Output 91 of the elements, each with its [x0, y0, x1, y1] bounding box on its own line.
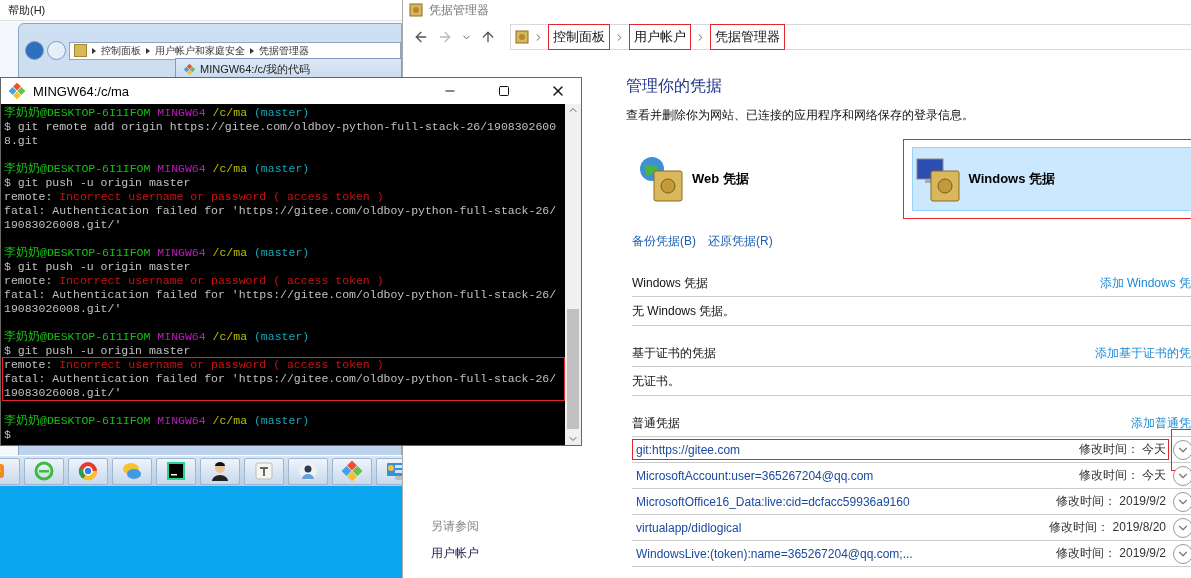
monitor-safe-icon	[914, 155, 963, 203]
expand-button[interactable]	[1173, 543, 1191, 564]
output-line: 19083026008.git/'	[4, 218, 123, 232]
error-line: remote: Incorrect username or password ( access token )	[4, 274, 385, 288]
output-line: $ git push -u origin master	[4, 260, 192, 274]
round-browser-icon	[78, 461, 98, 481]
see-also-link[interactable]: 用户帐户	[431, 545, 621, 562]
action-link[interactable]: 还原凭据(R)	[708, 233, 773, 250]
safe-icon	[409, 3, 423, 17]
output-line: $ git push -u origin master	[4, 344, 192, 358]
output-line: $ git push -u origin master	[4, 176, 192, 190]
breadcrumb[interactable]: 凭据管理器	[259, 43, 309, 58]
page-heading: 管理你的凭据	[626, 76, 723, 96]
back-button[interactable]	[25, 41, 44, 60]
breadcrumb[interactable]: 凭据管理器	[710, 24, 785, 50]
chat-icon	[122, 461, 142, 481]
arrow-icon	[250, 47, 254, 54]
section-heading: Windows 凭据	[632, 274, 708, 292]
breadcrumb[interactable]: 控制面板	[548, 24, 610, 50]
output-line: fatal: Authentication failed for 'https://gitee.com/oldboy-python-full-stack-26/	[4, 204, 558, 218]
output-line: 8.git	[4, 134, 40, 148]
taskbar-button[interactable]	[288, 457, 328, 485]
breadcrumb[interactable]: 控制面板	[101, 43, 141, 58]
expand-button[interactable]	[1173, 491, 1191, 512]
credential-name[interactable]: virtualapp/didlogical	[636, 520, 742, 535]
credential-name[interactable]: MicrosoftAccount:user=365267204@qq.com	[636, 468, 874, 483]
error-line: remote: Incorrect username or password ( access token )	[4, 358, 385, 372]
error-line: remote: Incorrect username or password ( access token )	[4, 190, 385, 204]
section-heading: 基于证书的凭据	[632, 344, 716, 362]
address-bar[interactable]: 控制面板 用户帐户和家庭安全 凭据管理器	[69, 41, 401, 60]
address-bar[interactable]: 控制面板 用户帐户 凭据管理器	[510, 24, 1191, 50]
ide-icon	[166, 461, 186, 481]
vault-tile[interactable]: Web 凭据	[635, 147, 903, 211]
window-title: MINGW64:/c/我的代码	[200, 61, 310, 77]
modified-time: 修改时间： 今天	[1078, 441, 1166, 458]
output-line: fatal: Authentication failed for 'https://gitee.com/oldboy-python-full-stack-26/	[4, 372, 558, 386]
forward-arrow-icon[interactable]	[437, 29, 453, 45]
prompt-line: 李奶奶@DESKTOP-6I1IFOM MINGW64 /c/ma (master)	[4, 246, 311, 260]
arrow-icon	[146, 47, 150, 54]
see-also-heading: 另请参阅	[431, 518, 480, 535]
output-line: $	[4, 428, 12, 442]
output-line: $ git remote add origin https://gitee.com/oldboy-python-full-stack-26/1908302600	[4, 120, 558, 134]
empty-message: 无证书。	[632, 367, 1191, 396]
maximize-icon	[498, 85, 510, 97]
credential-name[interactable]: MicrosoftOffice16_Data:live:cid=dcfacc59936a9160	[636, 494, 910, 509]
folder-icon	[74, 44, 87, 57]
browser-icon	[34, 461, 54, 481]
add-credential-link[interactable]: 添加 Windows 凭	[1099, 274, 1191, 292]
person-icon	[210, 461, 230, 481]
vault-tile[interactable]: Windows 凭据	[911, 147, 1191, 211]
window-title: MINGW64:/c/ma	[33, 83, 131, 99]
section-heading: 普通凭据	[632, 414, 680, 432]
modified-time: 修改时间： 2019/9/2	[1055, 493, 1166, 510]
window-title: 凭据管理器	[429, 1, 489, 19]
user-avatar-icon	[298, 461, 318, 481]
text-editor-icon	[254, 461, 274, 481]
output-line: 19083026008.git/'	[4, 302, 123, 316]
prompt-line: 李奶奶@DESKTOP-6I1IFOM MINGW64 /c/ma (master)	[4, 330, 311, 344]
expand-button[interactable]	[1173, 439, 1191, 460]
scrollbar[interactable]	[565, 104, 581, 445]
prompt-line: 李奶奶@DESKTOP-6I1IFOM MINGW64 /c/ma (master)	[4, 414, 311, 428]
breadcrumb[interactable]: 用户帐户和家庭安全	[155, 43, 245, 58]
action-link[interactable]: 备份凭据(B)	[632, 233, 696, 250]
dashboard-icon	[386, 461, 402, 481]
diamond-logo-icon	[342, 461, 362, 481]
diamond-logo-icon	[184, 63, 195, 75]
add-credential-link[interactable]: 添加普通凭	[1131, 414, 1191, 432]
add-credential-link[interactable]: 添加基于证书的凭	[1095, 344, 1191, 362]
breadcrumb[interactable]: 用户帐户	[629, 24, 691, 50]
output-line: 19083026008.git/'	[4, 386, 123, 400]
arrow-icon	[92, 47, 96, 54]
taskbar-button[interactable]	[200, 457, 240, 485]
prompt-line: 李奶奶@DESKTOP-6I1IFOM MINGW64 /c/ma (master)	[4, 162, 311, 176]
back-arrow-icon[interactable]	[413, 29, 429, 45]
credential-name[interactable]: WindowsLive:(token):name=365267204@qq.com;...	[636, 546, 913, 561]
prompt-line: 李奶奶@DESKTOP-6I1IFOM MINGW64 /c/ma (master)	[4, 106, 311, 120]
safe-icon	[515, 30, 529, 44]
empty-message: 无 Windows 凭据。	[632, 297, 1191, 326]
output-line: fatal: Authentication failed for 'https://gitee.com/oldboy-python-full-stack-26/	[4, 288, 558, 302]
forward-button[interactable]	[47, 41, 66, 60]
page-description: 查看并删除你为网站、已连接的应用程序和网络保存的登录信息。	[626, 107, 975, 124]
globe-safe-icon	[638, 155, 686, 203]
expand-button[interactable]	[1173, 465, 1191, 486]
modified-time: 修改时间： 2019/8/20	[1049, 519, 1166, 536]
taskbar-button[interactable]	[156, 457, 196, 485]
diamond-logo-icon	[9, 83, 25, 99]
menu-item[interactable]: 帮助(H)	[8, 2, 46, 18]
expand-button[interactable]	[1173, 517, 1191, 538]
credential-name[interactable]: git:https://gitee.com	[636, 442, 741, 457]
modified-time: 修改时间： 今天	[1078, 467, 1166, 484]
modified-time: 修改时间： 2019/9/2	[1055, 545, 1166, 562]
